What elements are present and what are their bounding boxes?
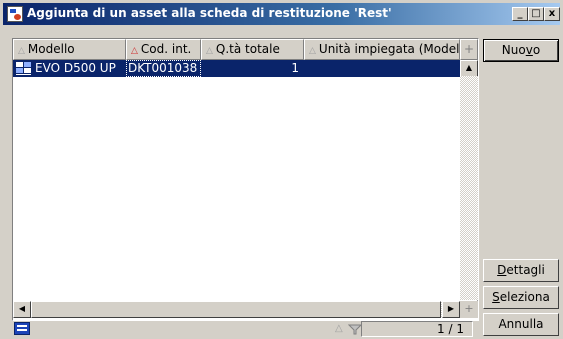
- sort-arrow-icon: △: [206, 46, 213, 56]
- dialog-window: Aggiunta di un asset alla scheda di rest…: [0, 0, 563, 339]
- column-header-unita-impiegata[interactable]: △ Unità impiegata (Modello): [304, 39, 460, 60]
- column-label: Unità impiegata (Modello): [318, 42, 460, 56]
- button-label: eleziona: [499, 290, 550, 304]
- accelerator-key: v: [525, 43, 533, 57]
- column-header-qta-totale[interactable]: △ Q.tà totale: [201, 39, 304, 60]
- minimize-button[interactable]: _: [512, 7, 528, 21]
- button-label: ettagli: [506, 263, 545, 277]
- horizontal-scroll-thumb[interactable]: [31, 301, 441, 318]
- accelerator-key: S: [492, 290, 500, 304]
- horizontal-scrollbar[interactable]: ◀ ▶: [13, 301, 460, 318]
- sort-arrow-icon: △: [131, 46, 138, 56]
- nuovo-button[interactable]: Nuovo: [483, 39, 559, 62]
- vertical-scroll-track[interactable]: [460, 76, 478, 300]
- record-icon: [16, 62, 32, 75]
- dettagli-button[interactable]: Dettagli: [483, 259, 559, 282]
- window-title: Aggiunta di un asset alla scheda di rest…: [27, 6, 392, 20]
- record-counter: 1 / 1: [437, 322, 464, 336]
- status-bar: △ 1 / 1: [12, 321, 479, 337]
- column-label: Q.tà totale: [215, 42, 280, 56]
- maximize-button[interactable]: □: [528, 7, 544, 21]
- column-label: Modello: [27, 42, 75, 56]
- column-label: Cod. int.: [140, 42, 192, 56]
- scroll-right-button[interactable]: ▶: [442, 301, 460, 318]
- sort-arrow-icon: △: [18, 46, 25, 56]
- record-counter-box: 1 / 1: [361, 321, 473, 337]
- cell-cod-int: DKT001038: [128, 61, 198, 75]
- column-header-cod-int[interactable]: △ Cod. int.: [126, 39, 201, 60]
- cell-unita-impiegata: [304, 60, 460, 77]
- button-label: o: [532, 43, 541, 57]
- add-row-icon[interactable]: +: [460, 301, 478, 318]
- table-view-icon[interactable]: [14, 322, 30, 335]
- add-column-icon[interactable]: +: [460, 39, 478, 60]
- list-header: △ Modello △ Cod. int. △ Q.tà totale △ Unità …: [13, 39, 478, 60]
- sort-indicator-icon: △: [335, 323, 343, 334]
- title-bar[interactable]: Aggiunta di un asset alla scheda di rest…: [3, 3, 560, 25]
- annulla-button[interactable]: Annulla: [483, 313, 559, 336]
- cell-modello: EVO D500 UP: [35, 61, 116, 75]
- cell-qta-totale: 1: [291, 61, 299, 75]
- filter-icon[interactable]: [347, 322, 363, 335]
- scroll-up-button[interactable]: ▲: [460, 60, 478, 77]
- seleziona-button[interactable]: Seleziona: [483, 286, 559, 309]
- vertical-scrollbar[interactable]: ▲ ▼: [460, 60, 478, 315]
- button-label: Nuo: [501, 43, 526, 57]
- app-icon: [7, 6, 23, 22]
- close-button[interactable]: x: [544, 7, 560, 21]
- column-header-modello[interactable]: △ Modello: [13, 39, 126, 60]
- table-row[interactable]: EVO D500 UP DKT001038 1: [13, 60, 460, 77]
- sort-arrow-icon: △: [309, 46, 316, 56]
- scroll-left-button[interactable]: ◀: [13, 301, 31, 318]
- asset-list[interactable]: △ Modello △ Cod. int. △ Q.tà totale △ Unità …: [12, 38, 479, 321]
